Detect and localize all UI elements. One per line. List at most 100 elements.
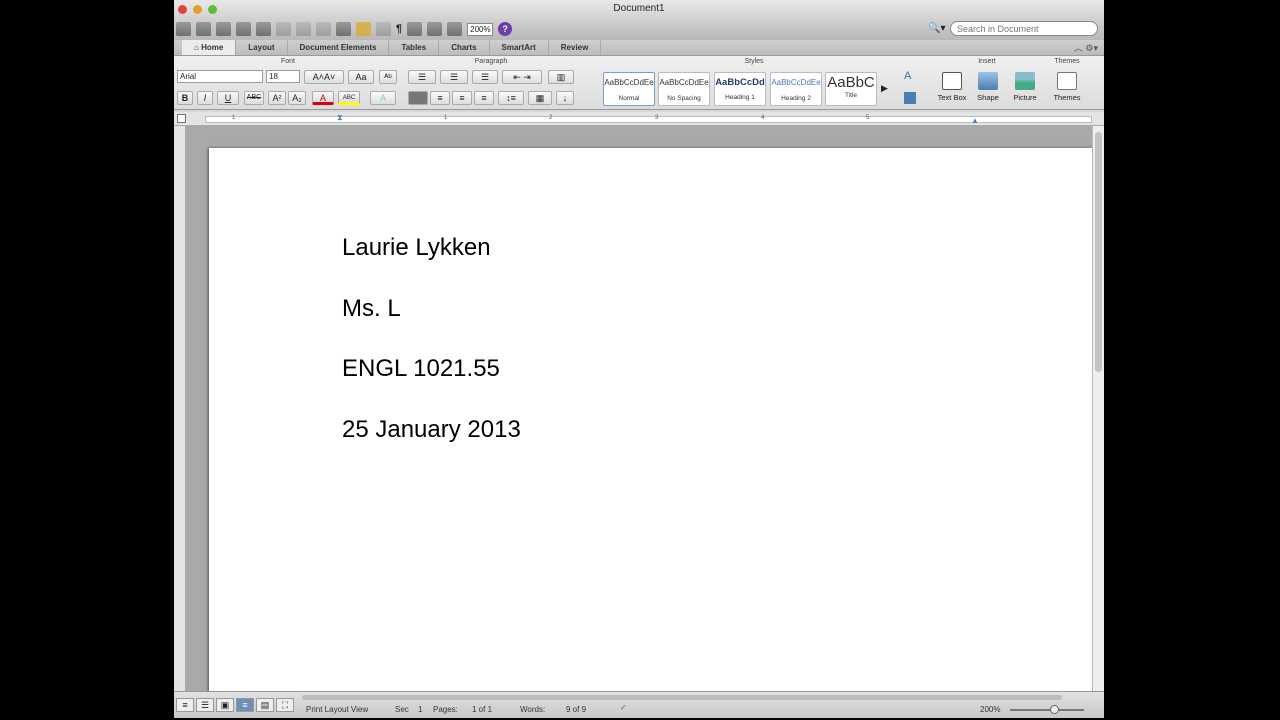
style-name: Title (844, 92, 858, 99)
view-icon[interactable] (427, 22, 443, 36)
search-input[interactable] (950, 21, 1098, 36)
ribbon: Font Paragraph Styles Insert Themes Aria… (174, 56, 1104, 110)
gallery-icon[interactable] (196, 22, 211, 36)
vertical-scrollbar[interactable] (1092, 126, 1104, 691)
format-painter-icon[interactable] (336, 22, 351, 36)
italic-button[interactable]: I (197, 91, 213, 105)
text-effects-button[interactable]: A (370, 91, 396, 105)
paste-icon[interactable] (316, 22, 331, 36)
open-icon[interactable] (216, 22, 231, 36)
left-indent-marker[interactable]: ⧗ (337, 113, 343, 123)
horizontal-ruler[interactable]: 1 1 2 3 4 5 ⧗ ▲ (174, 112, 1104, 126)
instructor-line[interactable]: Ms. L (342, 295, 401, 323)
insert-shape-button[interactable]: Shape (972, 72, 1004, 102)
ruler-number: 1 (232, 115, 236, 121)
tab-home[interactable]: ⌂ Home (182, 40, 237, 55)
print-layout-view-button[interactable]: ≡ (236, 698, 254, 712)
subscript-button[interactable]: A₂ (288, 91, 306, 105)
columns-button[interactable]: ▥ (548, 70, 574, 84)
status-bar: ≡ ☰ ▣ ≡ ▤ ⛶ Print Layout View Sec 1 Page… (174, 691, 1104, 718)
notebook-view-button[interactable]: ▤ (256, 698, 274, 712)
search-icon[interactable]: 🔍▾ (928, 23, 950, 34)
save-icon[interactable] (236, 22, 251, 36)
gear-icon[interactable]: ⚙▾ (1085, 43, 1098, 53)
sidebar-icon[interactable] (407, 22, 423, 36)
redo-icon[interactable] (376, 22, 391, 36)
style-heading-2[interactable]: AaBbCcDdEe Heading 2 (770, 72, 822, 106)
print-icon[interactable] (256, 22, 271, 36)
button-label: Picture (1013, 93, 1037, 102)
font-color-button[interactable]: A (312, 91, 334, 105)
date-line[interactable]: 25 January 2013 (342, 416, 521, 444)
vertical-ruler (174, 126, 186, 691)
style-normal[interactable]: AaBbCcDdEe Normal (603, 72, 655, 106)
collapse-ribbon-icon[interactable]: ︿ (1074, 43, 1083, 53)
manage-styles-icon[interactable]: A (904, 70, 911, 82)
pages-label: Pages: (433, 705, 458, 714)
style-no-spacing[interactable]: AaBbCcDdEe No Spacing (658, 72, 710, 106)
copy-icon[interactable] (296, 22, 311, 36)
align-center-button[interactable]: ≡ (430, 91, 450, 105)
style-preview: AaBbCcDdEe (659, 78, 709, 87)
tab-layout[interactable]: Layout (236, 40, 288, 55)
indent-buttons[interactable]: ⇤ ⇥ (502, 70, 542, 84)
zoom-slider[interactable] (1010, 709, 1084, 711)
align-left-button[interactable] (408, 91, 428, 105)
tab-smartart[interactable]: SmartArt (490, 40, 549, 55)
words-label: Words: (520, 705, 546, 714)
numbering-button[interactable]: ☰ (440, 70, 468, 84)
tab-charts[interactable]: Charts (439, 40, 490, 55)
undo-icon[interactable] (356, 22, 371, 36)
justify-button[interactable]: ≡ (474, 91, 494, 105)
multilevel-list-button[interactable]: ☰ (472, 70, 498, 84)
author-line[interactable]: Laurie Lykken (342, 234, 491, 262)
superscript-button[interactable]: A² (268, 91, 286, 105)
outline-view-button[interactable]: ☰ (196, 698, 214, 712)
bold-button[interactable]: B (177, 91, 193, 105)
themes-button[interactable]: Themes (1048, 72, 1086, 102)
document-page[interactable]: Laurie Lykken Ms. L ENGL 1021.55 25 Janu… (209, 148, 1092, 708)
scroll-thumb[interactable] (1095, 132, 1102, 372)
insert-picture-button[interactable]: Picture (1008, 72, 1042, 102)
bullets-button[interactable]: ☰ (408, 70, 436, 84)
zoom-slider-thumb[interactable] (1050, 705, 1059, 714)
new-document-icon[interactable] (176, 22, 191, 36)
publishing-view-button[interactable]: ▣ (216, 698, 234, 712)
help-icon[interactable]: ? (498, 22, 513, 36)
borders-button[interactable]: ▦ (528, 91, 552, 105)
styles-group-label: Styles (744, 58, 764, 65)
grow-shrink-font-button[interactable]: A˄A˅ (304, 70, 344, 84)
strikethrough-button[interactable]: ABC (244, 91, 264, 105)
clear-formatting-button[interactable]: ᴬᵇ (379, 70, 397, 84)
insert-text-box-button[interactable]: Text Box (934, 72, 970, 102)
line-spacing-button[interactable]: ↕≡ (498, 91, 524, 105)
tab-tables[interactable]: Tables (389, 40, 440, 55)
ruler-number: 3 (655, 115, 659, 121)
font-name-select[interactable]: Arial (177, 70, 263, 83)
media-browser-icon[interactable] (447, 22, 463, 36)
change-case-button[interactable]: Aa (348, 70, 374, 84)
cut-icon[interactable] (276, 22, 291, 36)
focus-view-button[interactable]: ⛶ (276, 698, 294, 712)
style-heading-1[interactable]: AaBbCcDd Heading 1 (714, 72, 766, 106)
underline-button[interactable]: U (217, 91, 239, 105)
highlight-button[interactable]: ABC (338, 91, 360, 105)
proofing-icon[interactable]: ✓ (620, 703, 627, 712)
pilcrow-icon[interactable]: ¶ (396, 23, 402, 35)
sort-button[interactable]: ↓ (556, 91, 574, 105)
course-line[interactable]: ENGL 1021.55 (342, 355, 500, 383)
tab-review[interactable]: Review (549, 40, 602, 55)
font-size-select[interactable]: 18 (266, 70, 300, 83)
more-styles-icon[interactable]: ▶ (881, 83, 888, 94)
horizontal-scrollbar[interactable] (302, 695, 1062, 700)
tab-document-elements[interactable]: Document Elements (288, 40, 390, 55)
ruler-number: 5 (866, 115, 870, 121)
draft-view-button[interactable]: ≡ (176, 698, 194, 712)
styles-pane-icon[interactable] (904, 92, 916, 104)
zoom-select[interactable]: 200% (467, 22, 494, 36)
tab-selector-icon[interactable] (177, 114, 186, 123)
right-indent-marker[interactable]: ▲ (971, 116, 979, 125)
align-right-button[interactable]: ≡ (452, 91, 472, 105)
standard-toolbar: ¶ 200% ? (176, 20, 513, 38)
style-title[interactable]: AaBbC Title (825, 72, 877, 106)
